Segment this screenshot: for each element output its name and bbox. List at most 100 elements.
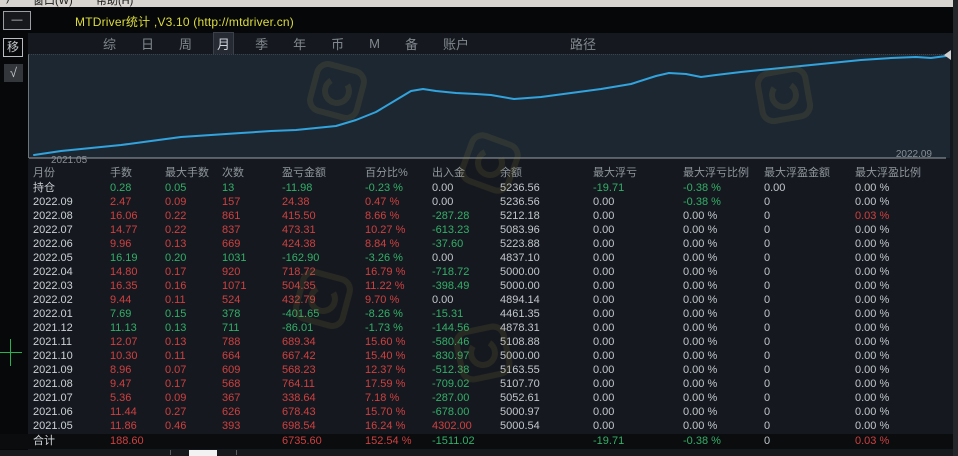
value-cell: 764.11 (282, 377, 365, 391)
minimize-icon: — (12, 14, 23, 26)
tab-年[interactable]: 年 (290, 33, 309, 54)
column-header[interactable]: 最大浮亏 (593, 166, 683, 181)
column-header[interactable]: 盈亏金额 (282, 166, 365, 181)
value-cell: 338.64 (282, 391, 365, 405)
value-cell: 0 (764, 237, 855, 251)
table-row[interactable]: 2022.092.470.0915724.380.47 %0.005236.56… (0, 195, 958, 209)
value-cell: 0.00 (593, 293, 683, 307)
value-cell: 0 (764, 349, 855, 363)
value-cell: 0.13 (165, 321, 222, 335)
column-header[interactable]: 最大浮盈金额 (764, 166, 855, 181)
value-cell: 5052.61 (500, 391, 593, 405)
value-cell: 11.22 % (365, 279, 432, 293)
column-header[interactable]: 最大手数 (165, 166, 222, 181)
tab-日[interactable]: 日 (138, 33, 157, 54)
menu-item-help[interactable]: 帮助(H) (96, 0, 133, 7)
value-cell: 0.11 (165, 293, 222, 307)
value-cell: 524 (222, 293, 282, 307)
value-cell: 0.00 % (683, 321, 764, 335)
table-row[interactable]: 2022.0714.770.22837473.3110.27 %-613.235… (0, 223, 958, 237)
value-cell: 0.00 % (855, 349, 958, 363)
column-header[interactable]: 最大浮亏比例 (683, 166, 764, 181)
month-cell: 2022.02 (33, 293, 110, 307)
x-axis-start-label: 2021.05 (51, 155, 87, 166)
table-row[interactable]: 2022.0414.800.17920718.7216.79 %-718.725… (0, 265, 958, 279)
tab-账户[interactable]: 账户 (440, 33, 472, 54)
table-row[interactable]: 2022.0816.060.22861415.508.66 %-287.2852… (0, 209, 958, 223)
check-tool-button[interactable]: √ (4, 64, 23, 82)
value-cell: -0.38 % (683, 181, 764, 195)
value-cell: 11.44 (110, 405, 165, 419)
value-cell: -37.60 (432, 237, 500, 251)
value-cell: 0.16 (165, 279, 222, 293)
table-row[interactable]: 2022.029.440.11524432.799.70 %0.004894.1… (0, 293, 958, 307)
month-cell: 2022.05 (33, 251, 110, 265)
value-cell: 788 (222, 335, 282, 349)
value-cell: -0.38 % (683, 434, 764, 449)
value-cell: -613.23 (432, 223, 500, 237)
month-cell: 2022.09 (33, 195, 110, 209)
scrollbar-tick (236, 450, 237, 455)
column-header[interactable]: 最大浮盈比例 (855, 166, 958, 181)
value-cell: 0.17 (165, 377, 222, 391)
table-row[interactable]: 2021.0511.860.46393698.5416.24 %4302.005… (0, 419, 958, 433)
tab-path[interactable]: 路径 (567, 33, 599, 54)
tab-月[interactable]: 月 (214, 33, 233, 54)
value-cell: 664 (222, 349, 282, 363)
value-cell: 0.00 (593, 391, 683, 405)
value-cell: 4302.00 (432, 419, 500, 433)
value-cell: 5000.00 (500, 349, 593, 363)
month-cell: 2021.08 (33, 377, 110, 391)
tab-综[interactable]: 综 (100, 33, 119, 54)
column-header[interactable]: 手数 (110, 166, 165, 181)
tab-备[interactable]: 备 (402, 33, 421, 54)
table-row[interactable]: 2021.075.360.09367338.647.18 %-287.00505… (0, 391, 958, 405)
value-cell: 0.11 (165, 349, 222, 363)
minimize-button[interactable]: — (3, 11, 31, 30)
value-cell: 5000.97 (500, 405, 593, 419)
move-tool-button[interactable]: 移 (3, 38, 23, 57)
table-row[interactable]: 2021.0611.440.27626678.4315.70 %-678.005… (0, 405, 958, 419)
value-cell: 0.00 % (855, 195, 958, 209)
tab-季[interactable]: 季 (252, 33, 271, 54)
month-cell: 2021.06 (33, 405, 110, 419)
value-cell: -19.71 (593, 181, 683, 195)
table-row[interactable]: 2022.0316.350.161071504.3511.22 %-398.49… (0, 279, 958, 293)
tab-周[interactable]: 周 (176, 33, 195, 54)
value-cell: 378 (222, 307, 282, 321)
table-row[interactable]: 2022.017.690.15378-401.65-8.26 %-15.3144… (0, 307, 958, 321)
value-cell: 9.70 % (365, 293, 432, 307)
value-cell: 8.84 % (365, 237, 432, 251)
scrollbar-thumb[interactable] (189, 450, 217, 456)
value-cell: 17.59 % (365, 377, 432, 391)
horizontal-scrollbar[interactable] (0, 450, 958, 456)
menu-item-window[interactable]: 窗口(W) (33, 0, 73, 7)
value-cell: 0.00 % (855, 377, 958, 391)
month-cell: 2022.06 (33, 237, 110, 251)
value-cell: -0.38 % (683, 195, 764, 209)
value-cell: 0.00 (593, 251, 683, 265)
value-cell: 0.00 % (683, 377, 764, 391)
value-cell: 5212.18 (500, 209, 593, 223)
value-cell: 609 (222, 363, 282, 377)
column-header[interactable]: 次数 (222, 166, 282, 181)
value-cell: 0 (764, 335, 855, 349)
value-cell: 0 (764, 321, 855, 335)
tab-币[interactable]: 币 (328, 33, 347, 54)
table-row[interactable]: 2022.069.960.13669424.388.84 %-37.605223… (0, 237, 958, 251)
value-cell: 15.40 % (365, 349, 432, 363)
tab-M[interactable]: M (366, 35, 383, 52)
value-cell: 0.00 % (855, 265, 958, 279)
value-cell: 568.23 (282, 363, 365, 377)
value-cell: 367 (222, 391, 282, 405)
value-cell: 678.43 (282, 405, 365, 419)
column-header[interactable]: 月份 (33, 166, 110, 181)
value-cell: 0.00 % (855, 321, 958, 335)
value-cell: 0.22 (165, 223, 222, 237)
value-cell: 6735.60 (282, 434, 365, 449)
month-cell: 2021.07 (33, 391, 110, 405)
value-cell: 4894.14 (500, 293, 593, 307)
table-row[interactable]: 2022.0516.190.201031-162.90-3.26 %0.0048… (0, 251, 958, 265)
value-cell: 0.03 % (855, 434, 958, 449)
column-header[interactable]: 百分比% (365, 166, 432, 181)
